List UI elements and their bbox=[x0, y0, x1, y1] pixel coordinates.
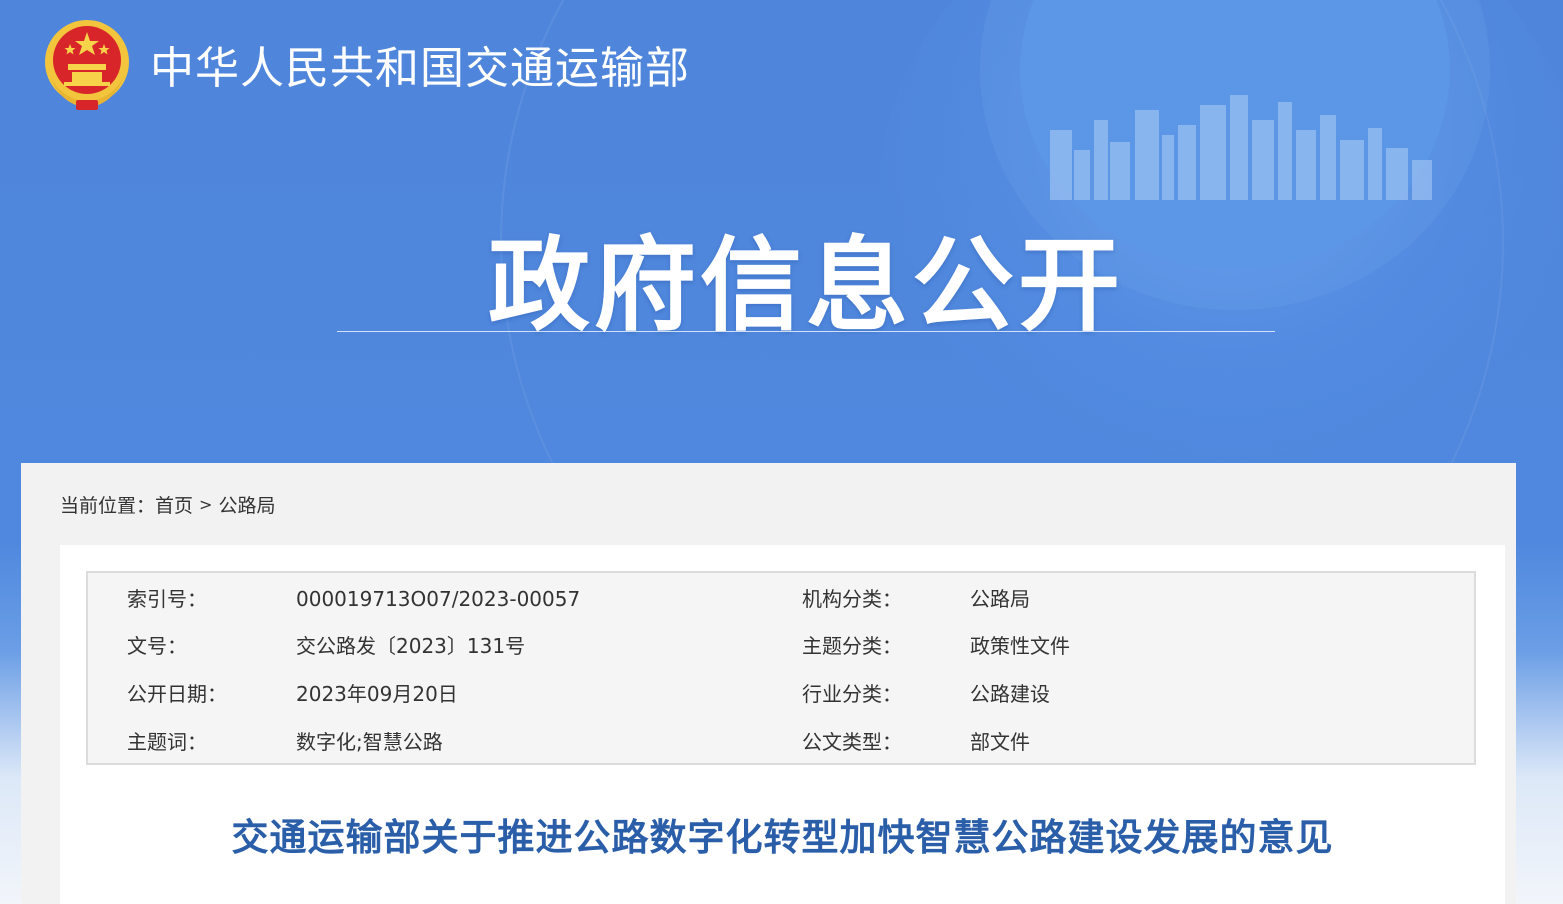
header-banner: 中华人民共和国交通运输部 政府信息公开 当前位置： 首页 > 公路局 索引号： … bbox=[0, 0, 1563, 904]
document-number-value: 交公路发〔2023〕131号 bbox=[296, 634, 526, 658]
national-emblem-icon bbox=[45, 20, 129, 110]
metadata-row: 主题词： 数字化;智慧公路 公文类型： 部文件 bbox=[88, 719, 1474, 765]
organization-category-label: 机构分类： bbox=[802, 587, 902, 611]
ministry-logo-row[interactable]: 中华人民共和国交通运输部 bbox=[40, 14, 690, 114]
organization-category-value: 公路局 bbox=[970, 587, 1030, 611]
document-card: 索引号： 000019713O07/2023-00057 机构分类： 公路局 文… bbox=[60, 545, 1505, 904]
metadata-row: 公开日期： 2023年09月20日 行业分类： 公路建设 bbox=[88, 671, 1474, 717]
breadcrumb-separator: > bbox=[199, 495, 213, 514]
index-number-value: 000019713O07/2023-00057 bbox=[296, 587, 581, 611]
document-type-value: 部文件 bbox=[970, 730, 1030, 754]
ministry-name: 中华人民共和国交通运输部 bbox=[150, 43, 690, 94]
page-title: 政府信息公开 bbox=[488, 227, 1124, 346]
industry-category-value: 公路建设 bbox=[970, 682, 1050, 706]
publish-date-label: 公开日期： bbox=[127, 682, 227, 706]
breadcrumb-label: 当前位置： bbox=[60, 495, 156, 517]
city-skyline-graphic bbox=[1050, 95, 1432, 200]
document-number-label: 文号： bbox=[127, 634, 187, 658]
title-divider bbox=[337, 331, 1275, 332]
metadata-row: 索引号： 000019713O07/2023-00057 机构分类： 公路局 bbox=[88, 576, 1474, 622]
breadcrumb: 当前位置： 首页 > 公路局 bbox=[60, 491, 275, 518]
keywords-label: 主题词： bbox=[127, 730, 207, 754]
publish-date-value: 2023年09月20日 bbox=[296, 682, 458, 706]
metadata-row: 文号： 交公路发〔2023〕131号 主题分类： 政策性文件 bbox=[88, 623, 1474, 669]
breadcrumb-bureau-link[interactable]: 公路局 bbox=[218, 491, 275, 518]
metadata-table: 索引号： 000019713O07/2023-00057 机构分类： 公路局 文… bbox=[86, 571, 1476, 765]
subject-category-label: 主题分类： bbox=[802, 634, 902, 658]
keywords-value: 数字化;智慧公路 bbox=[296, 730, 443, 754]
document-type-label: 公文类型： bbox=[802, 730, 902, 754]
index-number-label: 索引号： bbox=[127, 587, 207, 611]
industry-category-label: 行业分类： bbox=[802, 682, 902, 706]
content-panel: 当前位置： 首页 > 公路局 索引号： 000019713O07/2023-00… bbox=[21, 463, 1516, 904]
document-title: 交通运输部关于推进公路数字化转型加快智慧公路建设发展的意见 bbox=[231, 816, 1334, 859]
subject-category-value: 政策性文件 bbox=[970, 634, 1070, 658]
breadcrumb-home-link[interactable]: 首页 bbox=[155, 491, 193, 518]
